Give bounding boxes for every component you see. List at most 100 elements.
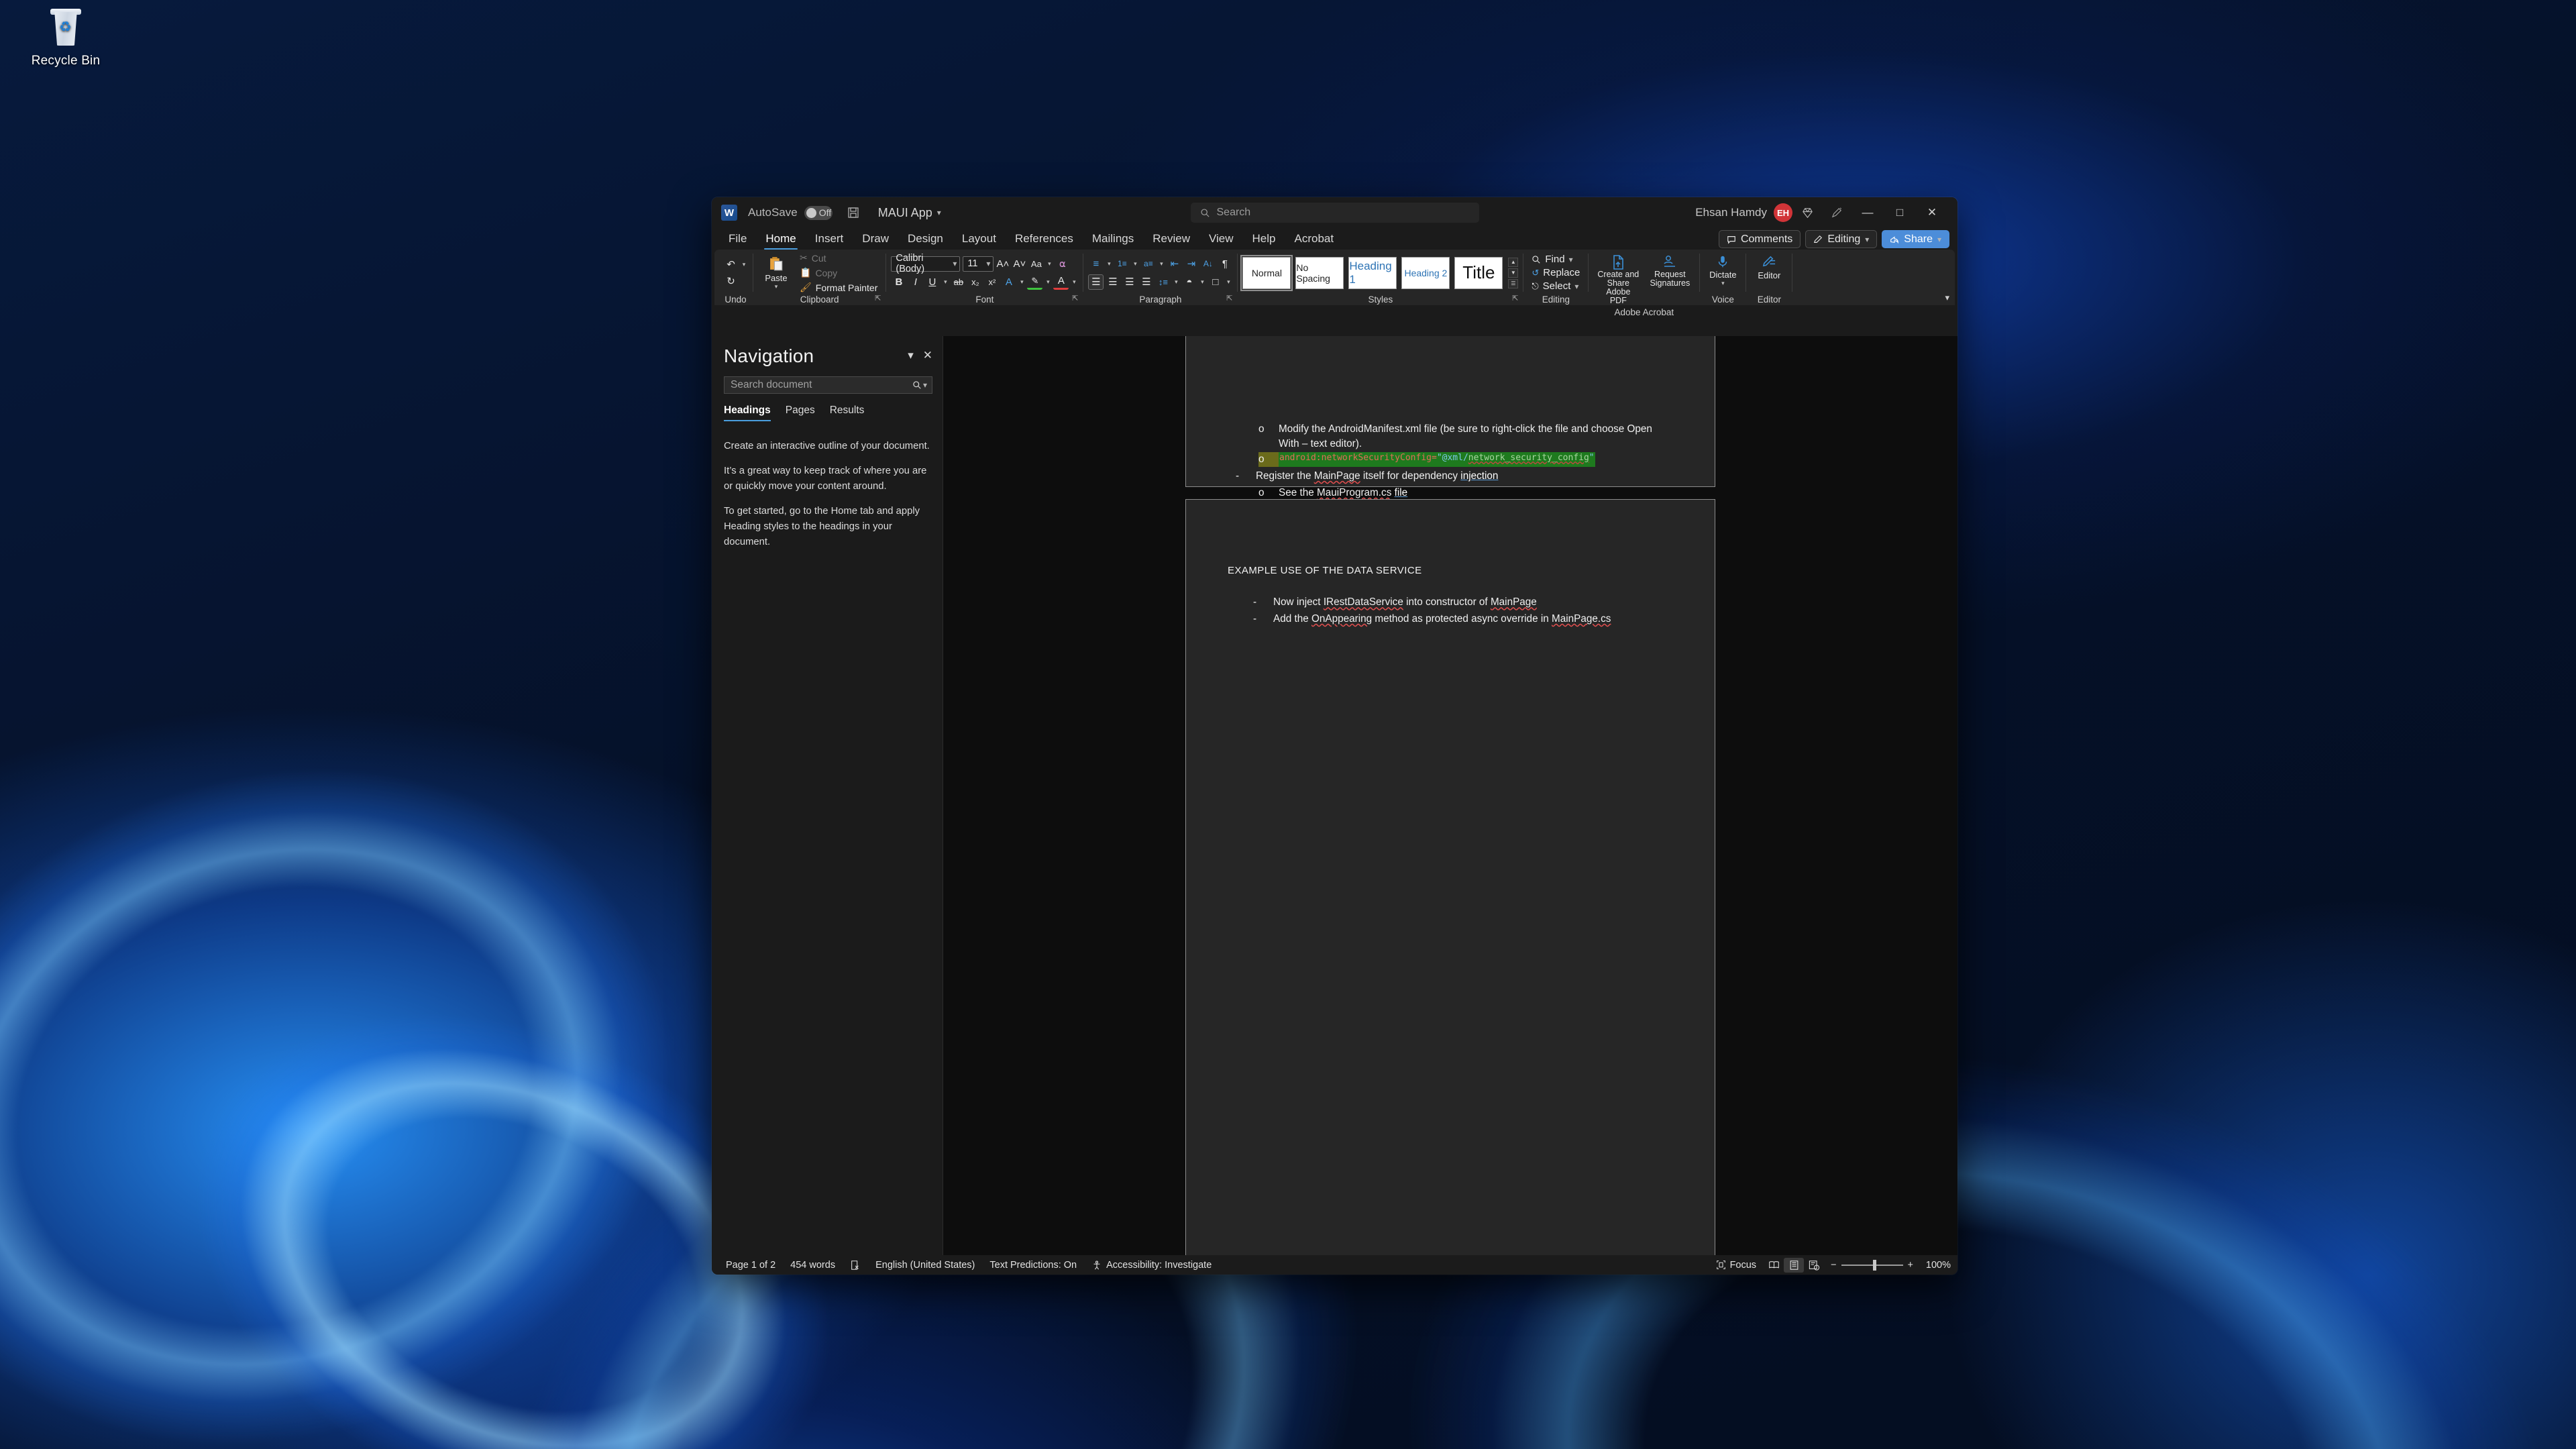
chevron-down-icon[interactable]: ▾	[772, 283, 780, 290]
chevron-down-icon[interactable]: ▾	[1172, 278, 1180, 286]
maximize-button[interactable]: □	[1884, 197, 1916, 228]
redo-button[interactable]: ↻	[723, 274, 739, 289]
chevron-down-icon[interactable]: ▾	[941, 278, 949, 286]
underline-button[interactable]: U	[924, 274, 940, 290]
show-marks-icon[interactable]: ¶	[1217, 256, 1232, 272]
sort-icon[interactable]: A↓	[1200, 256, 1216, 272]
zoom-thumb[interactable]	[1872, 1259, 1876, 1271]
chevron-down-icon[interactable]: ▾	[1044, 278, 1052, 286]
decrease-indent-icon[interactable]: ⇤	[1167, 256, 1182, 272]
chevron-down-icon[interactable]: ▾	[1018, 278, 1026, 286]
print-layout-icon[interactable]	[1784, 1257, 1805, 1273]
borders-icon[interactable]: □	[1208, 274, 1223, 290]
paste-button[interactable]: Paste ▾	[758, 254, 794, 292]
increase-indent-icon[interactable]: ⇥	[1183, 256, 1199, 272]
clear-formatting-icon[interactable]: ⍺	[1055, 256, 1070, 272]
share-button[interactable]: Share ▾	[1882, 230, 1949, 248]
styles-more-button[interactable]: ☰	[1508, 278, 1519, 288]
numbering-icon[interactable]: 1≡	[1114, 256, 1130, 272]
status-word-count[interactable]: 454 words	[783, 1255, 843, 1275]
pen-annotate-icon[interactable]	[1822, 199, 1851, 226]
autosave-toggle[interactable]: Off	[804, 205, 833, 220]
proofing-errors-icon[interactable]	[843, 1255, 868, 1275]
focus-button[interactable]: Focus	[1709, 1255, 1764, 1275]
avatar[interactable]: EH	[1774, 203, 1792, 222]
chevron-down-icon[interactable]: ▾	[1045, 260, 1053, 268]
format-painter-button[interactable]: 🖌 Format Painter	[796, 281, 881, 294]
cut-button[interactable]: ✂ Cut	[796, 252, 881, 264]
zoom-in-button[interactable]: +	[1908, 1260, 1913, 1271]
document-name[interactable]: MAUI App ▾	[878, 206, 941, 220]
style-tile-heading-2[interactable]: Heading 2	[1401, 256, 1450, 289]
line-spacing-icon[interactable]: ↕≡	[1155, 274, 1171, 290]
text-effects-button[interactable]: A	[1001, 274, 1016, 290]
undo-button[interactable]: ↶	[723, 257, 739, 272]
highlight-icon[interactable]: ✎	[1027, 274, 1043, 290]
dialog-launcher-icon[interactable]: ⇱	[1226, 293, 1232, 305]
font-color-button[interactable]: A	[1053, 274, 1069, 290]
replace-button[interactable]: ↺ Replace	[1528, 266, 1583, 279]
shading-icon[interactable]: ◓	[1181, 274, 1197, 290]
document-hyperlink[interactable]: injection	[1460, 470, 1498, 482]
style-tile-heading-1[interactable]: Heading 1	[1348, 256, 1397, 289]
document-hyperlink[interactable]: file	[1395, 487, 1408, 498]
navigation-tab-results[interactable]: Results	[830, 405, 865, 421]
zoom-track[interactable]	[1841, 1259, 1903, 1271]
ribbon-tab-file[interactable]: File	[720, 229, 755, 250]
comments-button[interactable]: Comments	[1718, 230, 1801, 248]
find-button[interactable]: Find ▾	[1528, 253, 1583, 266]
zoom-out-button[interactable]: −	[1831, 1260, 1836, 1271]
ribbon-tab-acrobat[interactable]: Acrobat	[1286, 229, 1343, 250]
close-button[interactable]: ✕	[1916, 197, 1948, 228]
status-text-predictions[interactable]: Text Predictions: On	[982, 1255, 1084, 1275]
shrink-font-button[interactable]: A˅	[1012, 256, 1027, 272]
dialog-launcher-icon[interactable]: ⇱	[875, 293, 881, 305]
document-page-1[interactable]: o Modify the AndroidManifest.xml file (b…	[1185, 336, 1715, 498]
chevron-down-icon[interactable]: ▾	[740, 261, 748, 268]
desktop-icon-recycle-bin[interactable]: ♻ Recycle Bin	[5, 7, 126, 68]
editor-button[interactable]: Editor	[1751, 253, 1787, 282]
ribbon-tab-view[interactable]: View	[1200, 229, 1242, 250]
grow-font-button[interactable]: A˄	[995, 256, 1010, 272]
search-input[interactable]: Search	[1190, 203, 1479, 223]
chevron-down-icon[interactable]: ▾	[1198, 278, 1206, 286]
styles-scroll-up-button[interactable]: ▲	[1508, 257, 1519, 267]
select-button[interactable]: ⎋ Select ▾	[1528, 280, 1583, 292]
font-name-select[interactable]: Calibri (Body) ▾	[891, 253, 961, 274]
document-canvas[interactable]: o Modify the AndroidManifest.xml file (b…	[943, 336, 1957, 1255]
create-share-pdf-button[interactable]: Create and Share Adobe PDF	[1593, 253, 1643, 307]
bold-button[interactable]: B	[891, 274, 906, 290]
navigation-tab-headings[interactable]: Headings	[724, 405, 771, 421]
zoom-level[interactable]: 100%	[1920, 1260, 1951, 1271]
bullets-icon[interactable]: ≡	[1088, 256, 1104, 272]
editing-mode-button[interactable]: Editing ▾	[1805, 230, 1878, 248]
diamond-icon[interactable]	[1792, 199, 1822, 226]
status-page-number[interactable]: Page 1 of 2	[718, 1255, 783, 1275]
status-language[interactable]: English (United States)	[868, 1255, 982, 1275]
navigation-tab-pages[interactable]: Pages	[786, 405, 815, 421]
chevron-down-icon[interactable]: ▾	[1224, 278, 1232, 286]
chevron-down-icon[interactable]: ▾	[908, 349, 914, 362]
dialog-launcher-icon[interactable]: ⇱	[1072, 293, 1078, 305]
style-tile-normal[interactable]: Normal	[1240, 254, 1293, 291]
status-accessibility[interactable]: Accessibility: Investigate	[1084, 1255, 1219, 1275]
chevron-down-icon[interactable]: ▾	[1157, 260, 1165, 268]
align-center-icon[interactable]: ☰	[1105, 274, 1120, 290]
ribbon-tab-layout[interactable]: Layout	[953, 229, 1005, 250]
close-icon[interactable]: ✕	[923, 349, 932, 362]
align-right-icon[interactable]: ☰	[1122, 274, 1137, 290]
ribbon-tab-review[interactable]: Review	[1144, 229, 1199, 250]
read-mode-icon[interactable]	[1764, 1258, 1784, 1273]
ribbon-tab-insert[interactable]: Insert	[806, 229, 853, 250]
copy-button[interactable]: 📋 Copy	[796, 266, 881, 279]
ribbon-tab-help[interactable]: Help	[1244, 229, 1285, 250]
save-icon[interactable]	[846, 205, 861, 220]
font-size-select[interactable]: 11 ▾	[963, 256, 994, 272]
styles-scroll-down-button[interactable]: ▼	[1508, 268, 1519, 278]
style-tile-no-spacing[interactable]: No Spacing	[1295, 256, 1344, 289]
chevron-down-icon[interactable]: ▾	[1070, 278, 1078, 286]
request-signatures-button[interactable]: Request Signatures	[1645, 253, 1695, 289]
chevron-down-icon[interactable]: ▾	[1131, 260, 1139, 268]
align-left-icon[interactable]: ☰	[1088, 274, 1104, 290]
zoom-slider[interactable]: − +	[1831, 1259, 1913, 1271]
